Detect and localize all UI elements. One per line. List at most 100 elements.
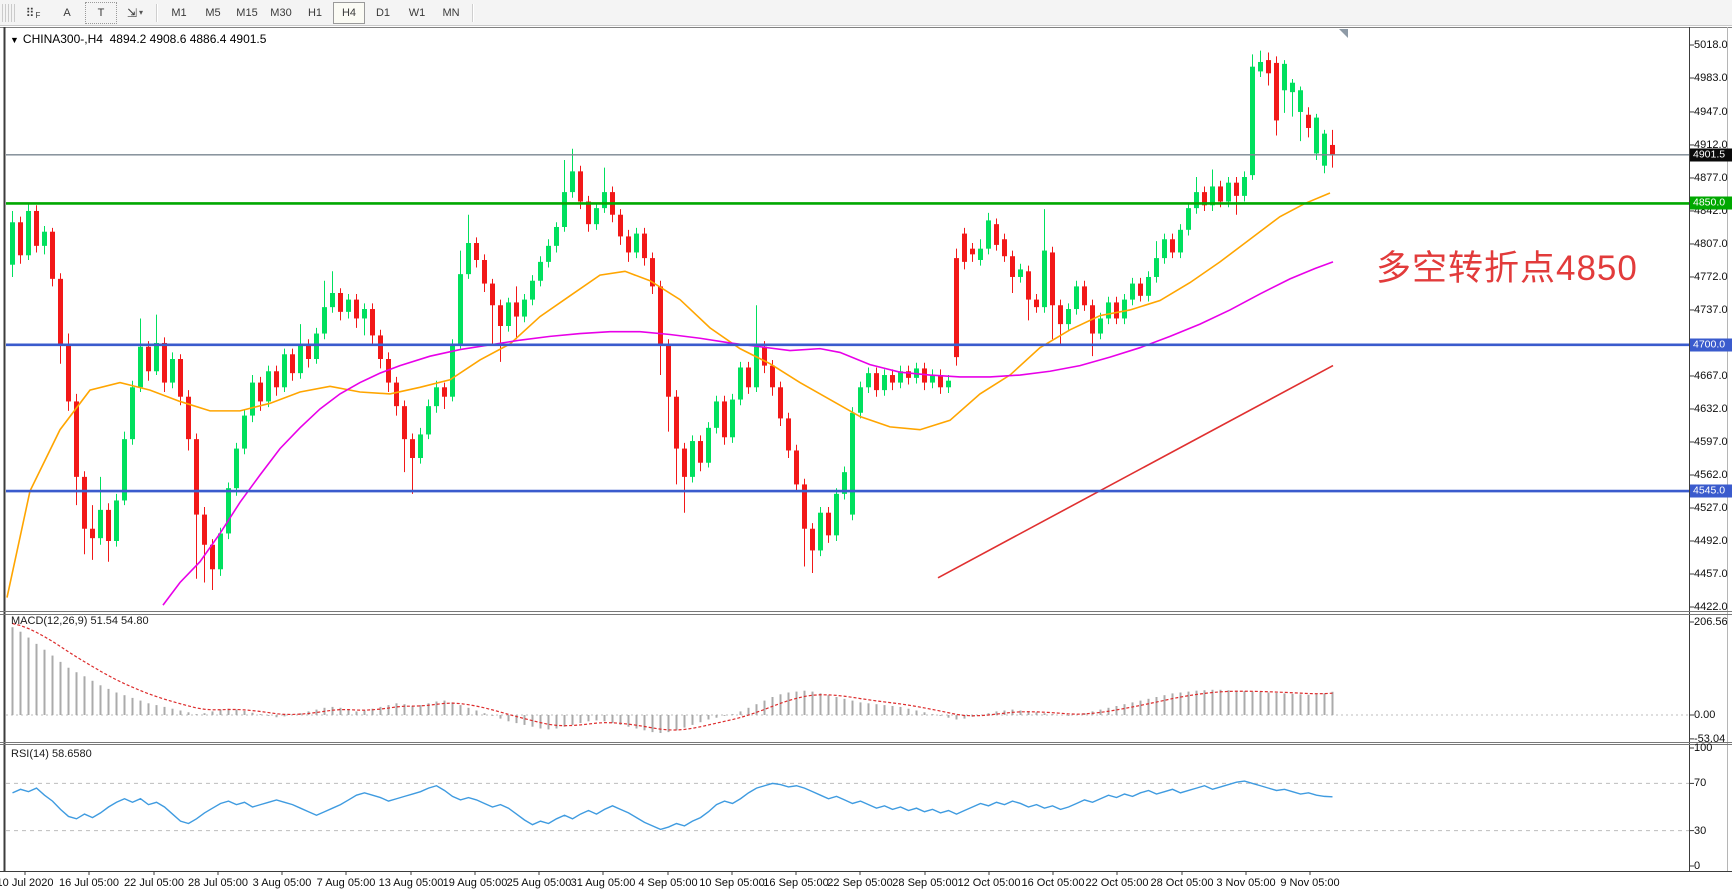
candle	[138, 347, 143, 388]
candle	[298, 345, 303, 373]
candle	[1154, 258, 1159, 277]
candle	[490, 284, 495, 306]
candle	[1050, 252, 1055, 305]
candle	[130, 387, 135, 439]
candle	[666, 345, 671, 397]
candle	[410, 439, 415, 458]
candle	[1314, 118, 1319, 154]
trading-terminal: ⠿ F A T ⇲ ▾ M1 M5 M15 M30 H1 H4 D1 W1 MN…	[0, 0, 1732, 892]
candle	[1098, 318, 1103, 333]
candle	[34, 211, 39, 246]
candle	[762, 347, 767, 366]
candle	[946, 381, 951, 388]
candle	[1138, 284, 1143, 296]
candle	[1218, 186, 1223, 201]
candle	[1146, 277, 1151, 296]
candle	[402, 406, 407, 439]
candle	[562, 192, 567, 227]
candle	[226, 488, 231, 533]
main-pane	[6, 51, 1689, 605]
candle	[1258, 62, 1263, 71]
candle	[722, 401, 727, 437]
candle	[282, 354, 287, 387]
candle	[1106, 302, 1111, 318]
candle	[370, 309, 375, 335]
candle	[690, 441, 695, 477]
candle	[858, 387, 863, 412]
candle	[586, 202, 591, 225]
candle	[90, 529, 95, 538]
candle	[834, 494, 839, 535]
candle	[210, 545, 215, 570]
candle	[1186, 208, 1191, 230]
candle	[258, 383, 263, 402]
candle	[1250, 67, 1255, 175]
candle	[338, 293, 343, 312]
candle	[1074, 286, 1079, 309]
candle	[850, 413, 855, 515]
candle	[882, 375, 887, 390]
candle	[50, 232, 55, 279]
candle	[1002, 239, 1007, 256]
ma-slow-line[interactable]	[163, 262, 1333, 605]
candle	[1026, 271, 1031, 299]
candle	[114, 500, 119, 541]
candle	[1170, 239, 1175, 252]
candle	[778, 387, 783, 418]
candle	[730, 400, 735, 438]
macd-signal-line	[13, 623, 1333, 730]
candle	[754, 347, 759, 388]
candle	[10, 222, 15, 264]
candle	[1330, 145, 1335, 155]
candle	[818, 513, 823, 551]
candle	[1082, 286, 1087, 305]
candle	[642, 234, 647, 259]
candle	[930, 375, 935, 383]
candle	[18, 222, 23, 255]
candle	[826, 513, 831, 536]
candle	[250, 383, 255, 416]
candle	[978, 249, 983, 260]
candle	[522, 300, 527, 317]
candle	[98, 510, 103, 538]
candle	[786, 418, 791, 450]
candle	[1042, 251, 1047, 308]
candle	[578, 171, 583, 201]
trendline[interactable]	[938, 366, 1333, 578]
candle	[554, 227, 559, 246]
candle	[962, 234, 967, 262]
candle	[634, 234, 639, 253]
candle	[1298, 90, 1303, 112]
candle	[362, 309, 367, 318]
candle	[602, 192, 607, 208]
candle	[442, 387, 447, 396]
candle	[530, 281, 535, 300]
candle	[594, 208, 599, 224]
chart-canvas[interactable]	[0, 0, 1732, 892]
candle	[458, 274, 463, 345]
candle	[178, 359, 183, 397]
candle	[810, 529, 815, 551]
candle	[394, 383, 399, 407]
candle	[1194, 192, 1199, 208]
candle	[1018, 269, 1023, 277]
candle	[314, 334, 319, 359]
candle	[58, 279, 63, 345]
candle	[474, 243, 479, 260]
candle	[738, 367, 743, 399]
candle	[1122, 300, 1127, 319]
candle	[466, 243, 471, 274]
candle	[106, 510, 111, 541]
candle	[626, 236, 631, 252]
candle	[866, 373, 871, 387]
candle	[1034, 300, 1039, 308]
candle	[426, 406, 431, 434]
candle	[1282, 64, 1287, 90]
candle	[266, 371, 271, 401]
candle	[170, 359, 175, 383]
candle	[330, 293, 335, 307]
candle	[1130, 284, 1135, 300]
candle	[218, 533, 223, 569]
candle	[82, 477, 87, 529]
candle	[706, 428, 711, 463]
